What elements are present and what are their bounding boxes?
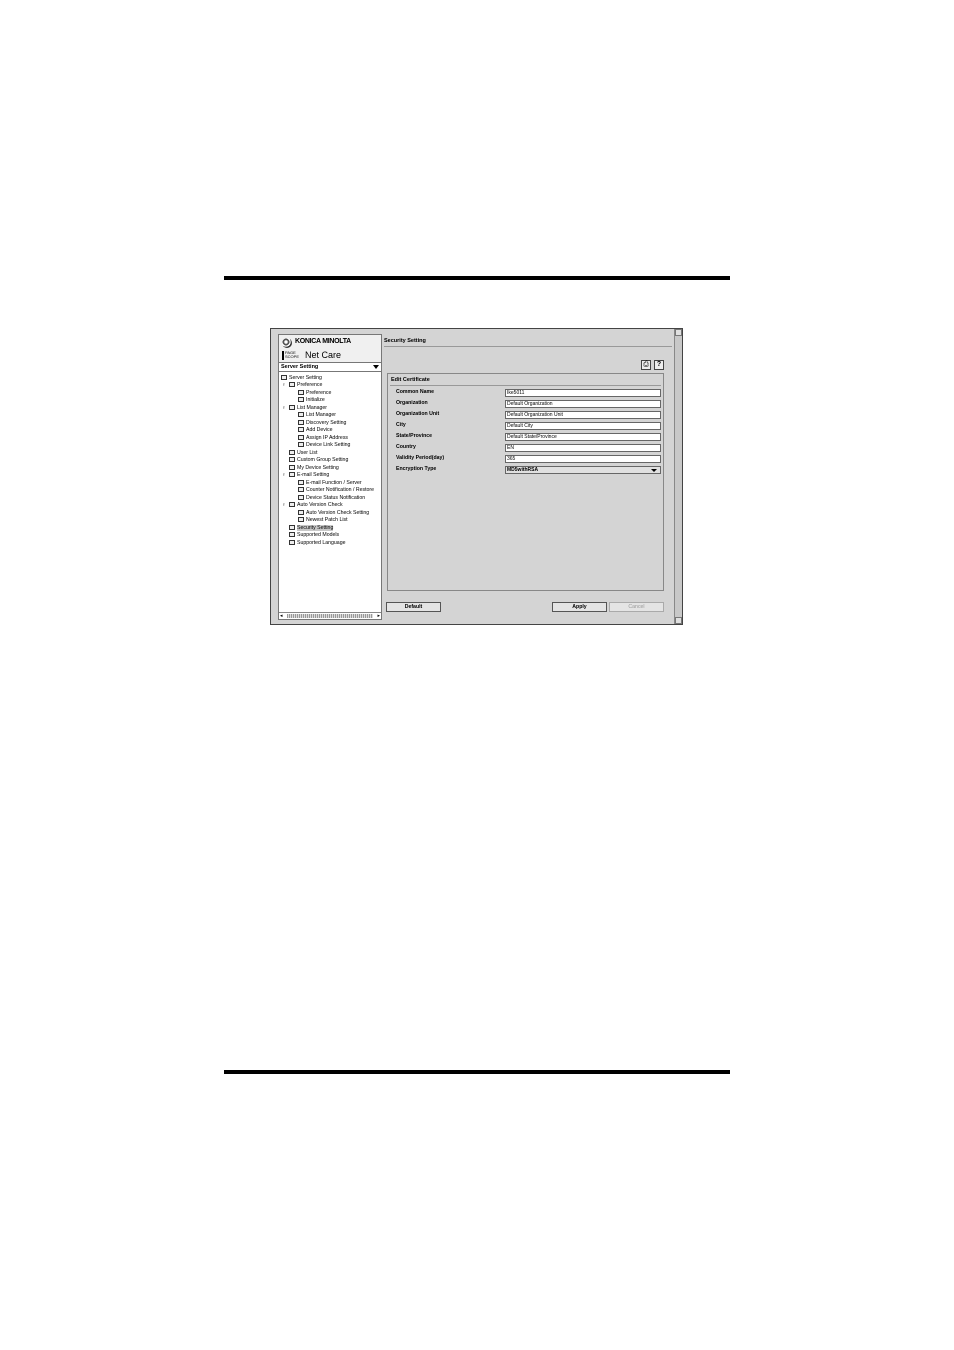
preference-icon xyxy=(298,389,304,395)
state-province-label: State/Province xyxy=(396,433,433,439)
expand-toggle-icon[interactable]: ♀ xyxy=(282,381,286,389)
chevron-down-icon xyxy=(651,468,657,472)
top-rule xyxy=(224,276,730,280)
default-button[interactable]: Default xyxy=(386,602,441,612)
state-province-field[interactable]: Default State/Province xyxy=(505,432,661,441)
common-name-label: Common Name xyxy=(396,389,435,395)
print-button[interactable]: ⎙ xyxy=(641,360,651,370)
validity-period-label: Validity Period(day) xyxy=(396,455,445,461)
group-icon xyxy=(289,457,295,463)
server-setting-select[interactable]: Server Setting xyxy=(279,362,381,372)
scrollbar-thumb[interactable] xyxy=(287,614,373,618)
expand-toggle-icon[interactable]: ♀ xyxy=(282,501,286,509)
patch-icon xyxy=(298,517,304,523)
country-field[interactable]: EN xyxy=(505,443,661,452)
link-icon xyxy=(298,442,304,448)
logo-area: KONICA MINOLTA PAGE SCOPE Net Care xyxy=(279,335,381,362)
tree-item-supported-language[interactable]: Supported Language xyxy=(289,539,345,547)
organization-unit-field[interactable]: Default Organization Unit xyxy=(505,410,661,419)
device-icon xyxy=(289,464,295,470)
discovery-icon xyxy=(298,419,304,425)
language-icon xyxy=(289,539,295,545)
print-icon: ⎙ xyxy=(643,361,649,368)
server-setting-select-label: Server Setting xyxy=(281,364,319,370)
add-device-icon xyxy=(298,427,304,433)
list-icon xyxy=(298,412,304,418)
mail-icon xyxy=(298,487,304,493)
initialize-icon xyxy=(298,397,304,403)
city-label: City xyxy=(396,422,406,428)
mail-icon xyxy=(298,494,304,500)
organization-unit-label: Organization Unit xyxy=(396,411,440,417)
validity-period-field[interactable]: 365 xyxy=(505,454,661,463)
apply-button[interactable]: Apply xyxy=(552,602,607,612)
scroll-up-button[interactable] xyxy=(675,329,682,336)
encryption-type-value: MD5withRSA xyxy=(507,466,539,473)
folder-icon xyxy=(281,375,287,381)
organization-label: Organization xyxy=(396,400,428,406)
window-scrollbar[interactable] xyxy=(674,329,682,624)
settings-panel: Security Setting ⎙ ? Edit Certificate Co… xyxy=(384,334,674,620)
scroll-right-icon[interactable]: ▸ xyxy=(377,613,380,619)
encryption-type-select[interactable]: MD5withRSA xyxy=(505,465,661,474)
tree-horizontal-scrollbar[interactable]: ◂ ▸ xyxy=(279,612,381,619)
app-window: KONICA MINOLTA PAGE SCOPE Net Care Serve… xyxy=(270,328,683,625)
konica-minolta-logo-icon xyxy=(282,338,292,348)
pagescope-logo: PAGE SCOPE xyxy=(282,351,299,360)
product-name: Net Care xyxy=(305,350,342,360)
page-title: Security Setting xyxy=(384,338,426,344)
city-field[interactable]: Default City xyxy=(505,421,661,430)
user-icon xyxy=(289,449,295,455)
mail-icon xyxy=(298,479,304,485)
scroll-down-button[interactable] xyxy=(675,617,682,624)
common-name-field[interactable]: Ike5011 xyxy=(505,388,661,397)
folder-icon xyxy=(289,382,295,388)
chevron-down-icon xyxy=(373,365,379,369)
group-divider xyxy=(390,385,661,386)
version-icon xyxy=(298,509,304,515)
bottom-rule xyxy=(224,1070,730,1074)
navigation-panel: KONICA MINOLTA PAGE SCOPE Net Care Serve… xyxy=(278,334,382,620)
models-icon xyxy=(289,532,295,538)
folder-icon xyxy=(289,404,295,410)
expand-toggle-icon[interactable]: ♀ xyxy=(282,471,286,479)
edit-certificate-group: Edit Certificate Common Name Ike5011 Org… xyxy=(387,373,664,591)
company-name: KONICA MINOLTA xyxy=(295,338,351,345)
group-title: Edit Certificate xyxy=(391,377,430,383)
help-button[interactable]: ? xyxy=(654,360,664,370)
cancel-button[interactable]: Cancel xyxy=(609,602,664,612)
organization-field[interactable]: Default Organization xyxy=(505,399,661,408)
country-label: Country xyxy=(396,444,416,450)
ip-address-icon xyxy=(298,434,304,440)
folder-icon xyxy=(289,502,295,508)
title-divider xyxy=(384,346,672,347)
security-icon xyxy=(289,524,295,530)
expand-toggle-icon[interactable]: ♀ xyxy=(282,404,286,412)
encryption-type-label: Encryption Type xyxy=(396,466,437,472)
folder-icon xyxy=(289,472,295,478)
scroll-left-icon[interactable]: ◂ xyxy=(280,613,283,619)
